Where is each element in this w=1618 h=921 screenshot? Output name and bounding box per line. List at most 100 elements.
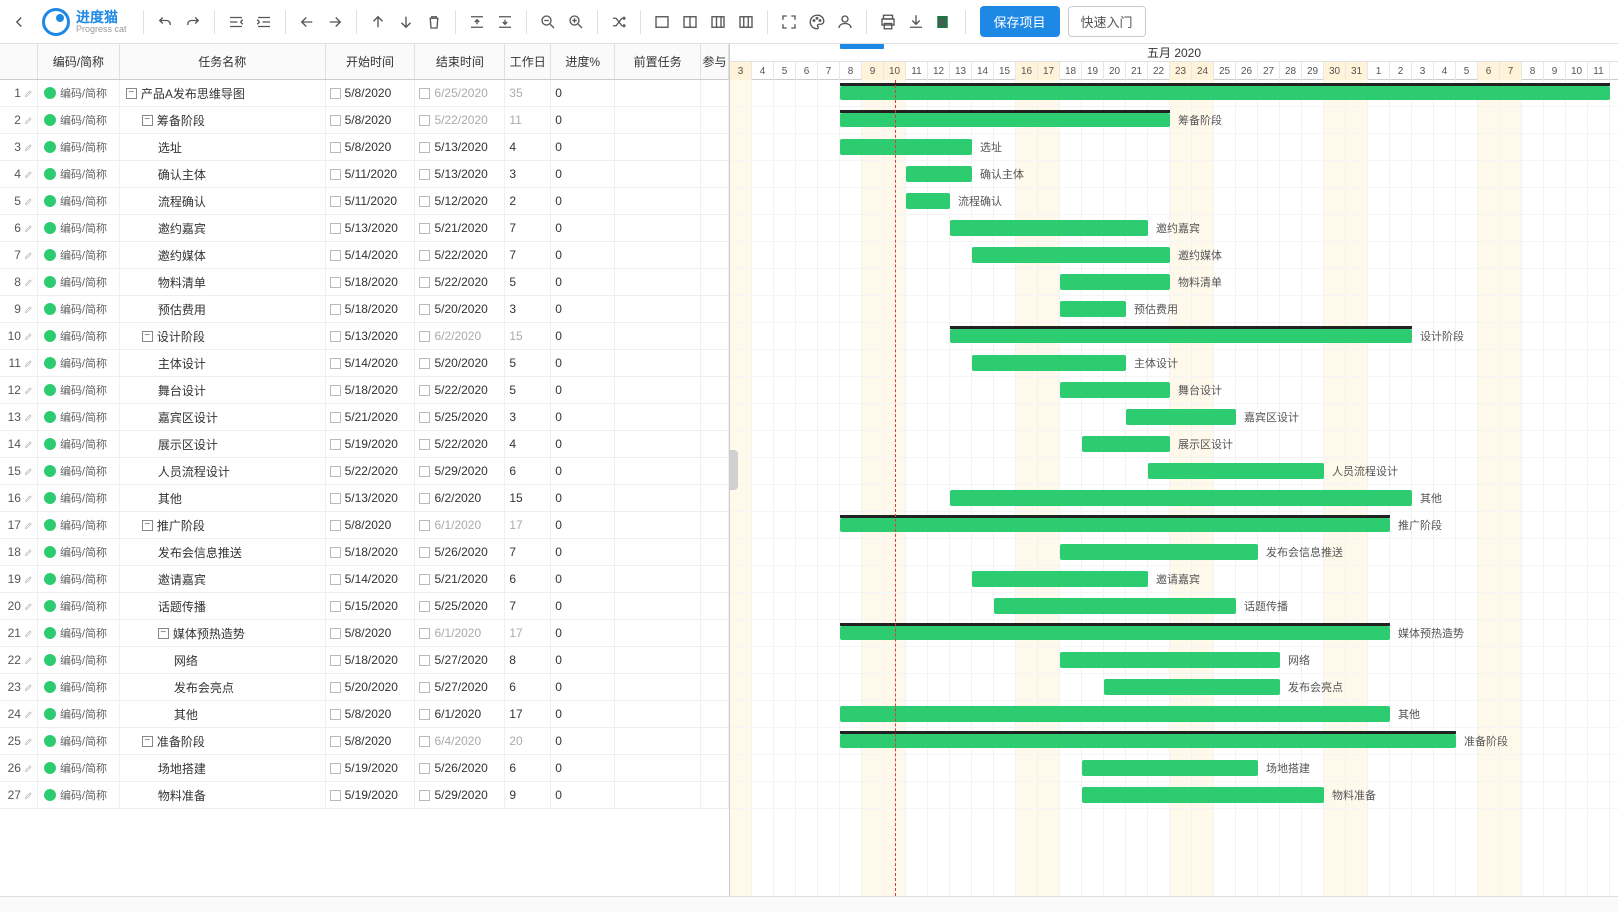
collapse-icon[interactable]: − [142, 736, 153, 747]
row-participant[interactable] [701, 512, 729, 538]
checkbox-icon[interactable] [330, 196, 341, 207]
row-name[interactable]: −设计阶段 [120, 323, 326, 349]
collapse-icon[interactable]: − [142, 115, 153, 126]
row-end[interactable]: 5/29/2020 [415, 782, 505, 808]
row-name[interactable]: 场地搭建 [120, 755, 326, 781]
row-participant[interactable] [701, 566, 729, 592]
row-progress[interactable]: 0 [551, 107, 615, 133]
row-predecessor[interactable] [615, 485, 701, 511]
row-progress[interactable]: 0 [551, 701, 615, 727]
gantt-bar[interactable]: 话题传播 [994, 598, 1236, 614]
checkbox-icon[interactable] [419, 628, 430, 639]
row-end[interactable]: 6/25/2020 [415, 80, 505, 106]
row-work[interactable]: 7 [505, 539, 551, 565]
table-row[interactable]: 19 编码/简称邀请嘉宾5/14/20205/21/202060 [0, 566, 729, 593]
row-participant[interactable] [701, 404, 729, 430]
checkbox-icon[interactable] [330, 277, 341, 288]
row-work[interactable]: 5 [505, 377, 551, 403]
row-name[interactable]: 发布会信息推送 [120, 539, 326, 565]
row-start[interactable]: 5/13/2020 [326, 215, 416, 241]
table-row[interactable]: 10 编码/简称−设计阶段5/13/20206/2/2020150 [0, 323, 729, 350]
checkbox-icon[interactable] [330, 88, 341, 99]
checkbox-icon[interactable] [419, 493, 430, 504]
checkbox-icon[interactable] [330, 385, 341, 396]
row-code[interactable]: 编码/简称 [38, 593, 120, 619]
nav-back-icon[interactable] [6, 9, 32, 35]
gantt-bar[interactable]: 邀约媒体 [972, 247, 1170, 263]
row-progress[interactable]: 0 [551, 782, 615, 808]
gantt-bar[interactable]: 其他 [840, 706, 1390, 722]
table-row[interactable]: 21 编码/简称−媒体预热造势5/8/20206/1/2020170 [0, 620, 729, 647]
row-predecessor[interactable] [615, 134, 701, 160]
checkbox-icon[interactable] [330, 169, 341, 180]
checkbox-icon[interactable] [330, 601, 341, 612]
checkbox-icon[interactable] [419, 88, 430, 99]
row-start[interactable]: 5/15/2020 [326, 593, 416, 619]
row-code[interactable]: 编码/简称 [38, 728, 120, 754]
row-end[interactable]: 5/20/2020 [415, 296, 505, 322]
checkbox-icon[interactable] [330, 466, 341, 477]
table-row[interactable]: 20 编码/简称话题传播5/15/20205/25/202070 [0, 593, 729, 620]
shuffle-icon[interactable] [606, 9, 632, 35]
row-participant[interactable] [701, 431, 729, 457]
row-end[interactable]: 5/22/2020 [415, 242, 505, 268]
row-end[interactable]: 5/26/2020 [415, 755, 505, 781]
row-predecessor[interactable] [615, 539, 701, 565]
row-start[interactable]: 5/18/2020 [326, 377, 416, 403]
row-end[interactable]: 6/2/2020 [415, 485, 505, 511]
row-progress[interactable]: 0 [551, 80, 615, 106]
row-progress[interactable]: 0 [551, 242, 615, 268]
collapse-icon[interactable]: − [126, 88, 137, 99]
row-progress[interactable]: 0 [551, 215, 615, 241]
checkbox-icon[interactable] [330, 763, 341, 774]
row-progress[interactable]: 0 [551, 728, 615, 754]
row-progress[interactable]: 0 [551, 404, 615, 430]
row-end[interactable]: 5/13/2020 [415, 134, 505, 160]
gantt-bar[interactable]: 预估费用 [1060, 301, 1126, 317]
row-code[interactable]: 编码/简称 [38, 107, 120, 133]
row-work[interactable]: 8 [505, 647, 551, 673]
col-start[interactable]: 开始时间 [326, 44, 416, 79]
checkbox-icon[interactable] [330, 412, 341, 423]
checkbox-icon[interactable] [419, 520, 430, 531]
row-work[interactable]: 6 [505, 674, 551, 700]
gantt-bar[interactable]: 人员流程设计 [1148, 463, 1324, 479]
checkbox-icon[interactable] [419, 655, 430, 666]
checkbox-icon[interactable] [419, 304, 430, 315]
row-progress[interactable]: 0 [551, 296, 615, 322]
horizontal-scrollbar[interactable] [0, 896, 1618, 912]
collapse-icon[interactable] [464, 9, 490, 35]
row-name[interactable]: 物料清单 [120, 269, 326, 295]
row-start[interactable]: 5/19/2020 [326, 431, 416, 457]
row-code[interactable]: 编码/简称 [38, 458, 120, 484]
undo-icon[interactable] [152, 9, 178, 35]
gantt-bar[interactable] [840, 86, 1610, 100]
checkbox-icon[interactable] [419, 682, 430, 693]
collapse-icon[interactable]: − [142, 520, 153, 531]
checkbox-icon[interactable] [419, 385, 430, 396]
gantt-bar[interactable]: 场地搭建 [1082, 760, 1258, 776]
row-name[interactable]: 展示区设计 [120, 431, 326, 457]
zoom-out-icon[interactable] [535, 9, 561, 35]
row-progress[interactable]: 0 [551, 539, 615, 565]
col-code[interactable]: 编码/简称 [38, 44, 120, 79]
gantt-bar[interactable]: 设计阶段 [950, 329, 1412, 343]
row-participant[interactable] [701, 296, 729, 322]
row-progress[interactable]: 0 [551, 431, 615, 457]
row-work[interactable]: 7 [505, 242, 551, 268]
checkbox-icon[interactable] [419, 277, 430, 288]
row-progress[interactable]: 0 [551, 512, 615, 538]
row-code[interactable]: 编码/简称 [38, 350, 120, 376]
checkbox-icon[interactable] [419, 601, 430, 612]
layout-2-icon[interactable] [677, 9, 703, 35]
table-row[interactable]: 22 编码/简称网络5/18/20205/27/202080 [0, 647, 729, 674]
gantt-bar[interactable]: 准备阶段 [840, 734, 1456, 748]
row-participant[interactable] [701, 674, 729, 700]
row-end[interactable]: 5/21/2020 [415, 215, 505, 241]
row-code[interactable]: 编码/简称 [38, 485, 120, 511]
gantt-bar[interactable]: 网络 [1060, 652, 1280, 668]
row-code[interactable]: 编码/简称 [38, 782, 120, 808]
row-participant[interactable] [701, 188, 729, 214]
col-name[interactable]: 任务名称 [120, 44, 326, 79]
row-name[interactable]: 流程确认 [120, 188, 326, 214]
